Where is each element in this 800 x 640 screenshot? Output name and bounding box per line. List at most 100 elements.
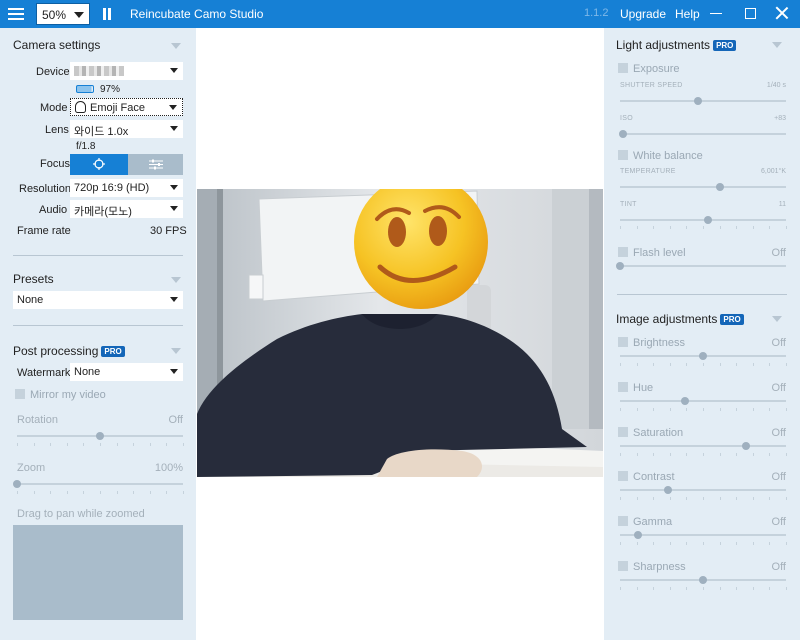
tick-mark	[752, 587, 754, 590]
resolution-select[interactable]: 720p 16:9 (HD)	[70, 179, 183, 197]
zoom-select[interactable]: 50%	[36, 3, 90, 25]
tick-mark	[786, 363, 787, 366]
slider-thumb[interactable]	[616, 262, 624, 270]
slider-thumb[interactable]	[664, 486, 673, 494]
focus-auto-button[interactable]	[70, 154, 128, 175]
focus-label: Focus	[40, 158, 70, 170]
slider-thumb[interactable]	[13, 480, 21, 488]
tick-mark	[686, 363, 688, 366]
brightness-slider[interactable]	[620, 352, 786, 360]
watermark-select[interactable]: None	[70, 363, 183, 381]
focus-manual-button[interactable]	[128, 154, 183, 175]
lens-select[interactable]: 와이드 1.0x	[70, 120, 183, 138]
divider	[617, 294, 787, 295]
slider-thumb[interactable]	[619, 130, 628, 138]
slider-thumb[interactable]	[699, 352, 707, 360]
resolution-label: Resolution	[19, 183, 71, 195]
slider-thumb[interactable]	[715, 183, 724, 191]
shutter-speed-slider[interactable]	[620, 97, 786, 105]
gamma-value: Off	[771, 516, 786, 528]
minimize-icon[interactable]	[710, 13, 722, 14]
pause-icon[interactable]	[103, 8, 113, 20]
device-label: Device	[36, 66, 70, 78]
exposure-checkbox[interactable]: Exposure	[618, 63, 679, 75]
chevron-down-icon[interactable]	[772, 42, 782, 48]
tick-mark	[116, 443, 118, 446]
maximize-icon[interactable]	[745, 8, 756, 19]
zoom-slider[interactable]	[13, 480, 183, 488]
tick-mark	[50, 491, 52, 494]
chevron-down-icon[interactable]	[171, 277, 181, 283]
tick-mark	[752, 363, 754, 366]
slider-thumb[interactable]	[703, 216, 712, 224]
tick-mark	[686, 226, 688, 229]
tick-mark	[736, 408, 738, 411]
flash-level-checkbox[interactable]: Flash level	[618, 247, 686, 259]
watermark-value: None	[74, 366, 101, 378]
gamma-slider[interactable]	[620, 531, 786, 539]
presets-title: Presets	[13, 272, 54, 286]
lens-label: Lens	[45, 124, 69, 136]
temperature-slider[interactable]	[620, 183, 786, 191]
preview-area	[196, 28, 604, 640]
slider-thumb[interactable]	[694, 97, 703, 105]
mirror-checkbox[interactable]: Mirror my video	[15, 389, 106, 401]
audio-select[interactable]: 카메라(모노)	[70, 200, 183, 218]
tick-mark	[33, 491, 35, 494]
hue-slider[interactable]	[620, 397, 786, 405]
pan-preview-area[interactable]	[13, 525, 183, 620]
tick-mark	[66, 491, 68, 494]
watermark-label: Watermark	[17, 367, 71, 379]
slider-thumb[interactable]	[96, 432, 104, 440]
saturation-value: Off	[771, 427, 786, 439]
tick-mark	[752, 408, 754, 411]
brightness-checkbox[interactable]: Brightness	[618, 337, 685, 349]
camera-settings-title: Camera settings	[13, 38, 101, 52]
title-bar: 50% Reincubate Camo Studio 1.1.2 Upgrade…	[0, 0, 800, 28]
slider-thumb[interactable]	[742, 442, 751, 450]
chevron-down-icon[interactable]	[171, 348, 181, 354]
slider-thumb[interactable]	[680, 397, 689, 405]
tick-mark	[669, 542, 671, 545]
presets-select[interactable]: None	[13, 291, 183, 309]
slider-ticks	[620, 587, 787, 591]
upgrade-link[interactable]: Upgrade	[620, 7, 666, 21]
audio-label: Audio	[39, 204, 68, 216]
slider-thumb[interactable]	[699, 576, 707, 584]
saturation-checkbox[interactable]: Saturation	[618, 427, 683, 439]
chevron-down-icon[interactable]	[171, 43, 181, 49]
slider-ticks	[620, 408, 787, 412]
sharpness-slider[interactable]	[620, 576, 786, 584]
slider-ticks	[620, 453, 787, 457]
slider-thumb[interactable]	[634, 531, 643, 539]
emoji-face-icon	[75, 101, 86, 113]
left-panel: Camera settings Device 97% Mode Emoji Fa…	[0, 28, 196, 640]
rotation-label: Rotation	[17, 414, 58, 426]
hamburger-icon[interactable]	[8, 6, 24, 22]
close-icon[interactable]	[775, 6, 789, 20]
tick-mark	[719, 226, 721, 229]
rotation-slider[interactable]	[17, 432, 183, 440]
saturation-slider[interactable]	[620, 442, 786, 450]
audio-value: 카메라(모노)	[74, 206, 132, 218]
tick-mark	[620, 587, 621, 590]
tick-mark	[786, 226, 787, 229]
white-balance-checkbox[interactable]: White balance	[618, 150, 703, 162]
gamma-checkbox[interactable]: Gamma	[618, 516, 672, 528]
tick-mark	[736, 497, 738, 500]
device-select[interactable]	[70, 62, 183, 80]
hue-checkbox[interactable]: Hue	[618, 382, 653, 394]
chevron-down-icon[interactable]	[772, 316, 782, 322]
contrast-checkbox[interactable]: Contrast	[618, 471, 675, 483]
tick-mark	[620, 497, 621, 500]
contrast-slider[interactable]	[620, 486, 786, 494]
help-link[interactable]: Help	[675, 7, 700, 21]
iso-slider[interactable]	[619, 130, 786, 138]
tick-mark	[17, 443, 18, 446]
flash-level-slider[interactable]	[616, 262, 786, 270]
exposure-label: Exposure	[633, 63, 680, 75]
sharpness-checkbox[interactable]: Sharpness	[618, 561, 686, 573]
tick-mark	[736, 363, 738, 366]
tint-slider[interactable]	[620, 216, 786, 224]
mode-select[interactable]: Emoji Face	[70, 98, 183, 116]
